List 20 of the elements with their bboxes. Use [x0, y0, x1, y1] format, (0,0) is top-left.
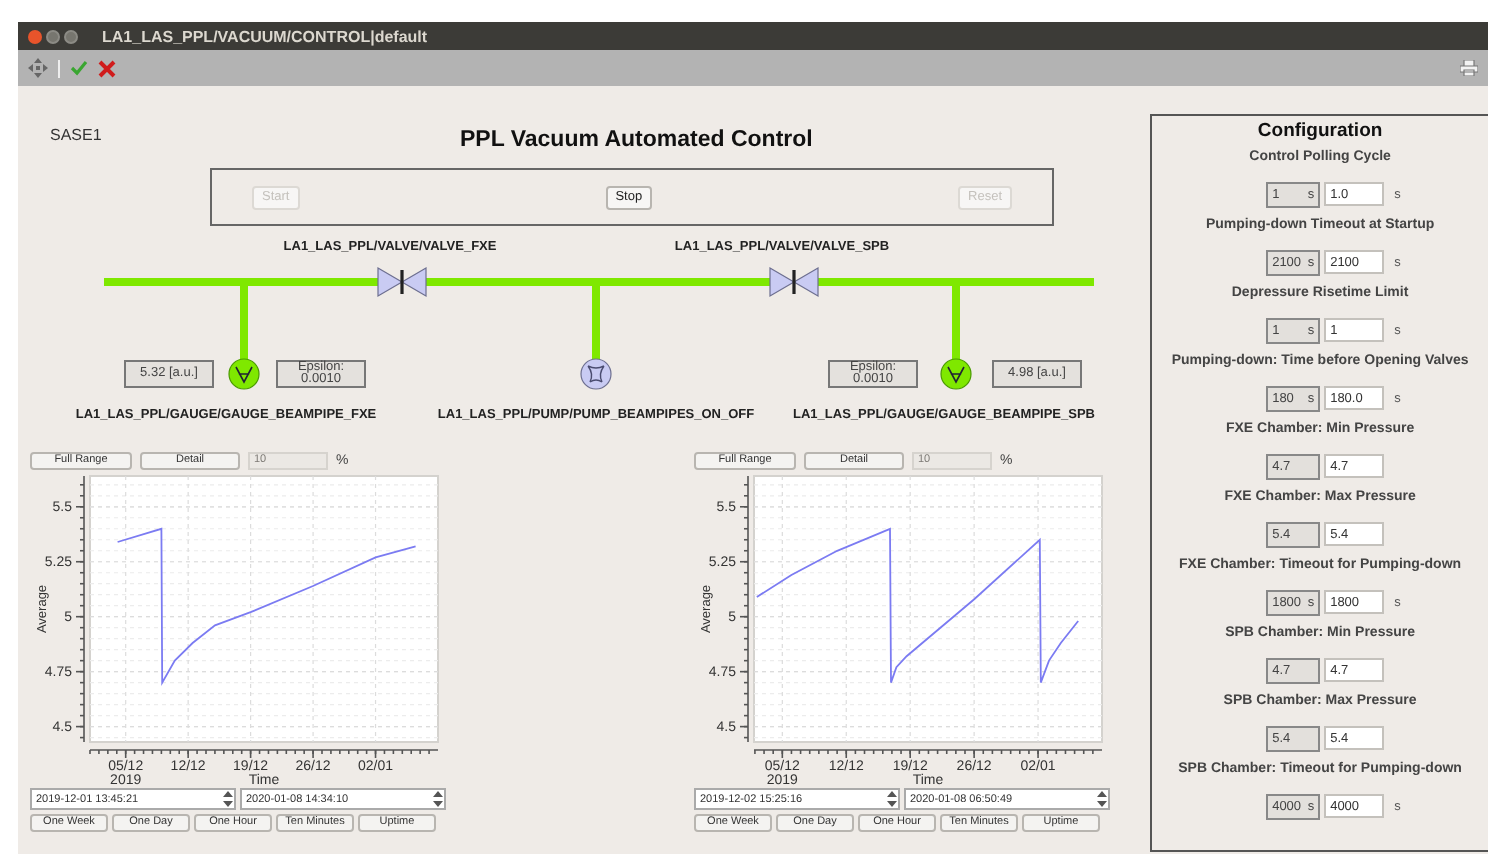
window-title: LA1_LAS_PPL/VACUUM/CONTROL|default	[102, 27, 428, 45]
valve-icon	[377, 266, 427, 298]
valve-icon	[769, 266, 819, 298]
page-title: PPL Vacuum Automated Control	[460, 126, 813, 156]
printer-icon[interactable]	[1460, 60, 1478, 76]
check-icon[interactable]	[70, 60, 88, 76]
facility-label: SASE1	[50, 124, 104, 148]
maximize-button[interactable]	[64, 29, 78, 43]
spin-arrows-icon	[886, 790, 898, 808]
spin-arrows-icon	[1096, 790, 1108, 808]
spin-arrows-icon	[222, 790, 234, 808]
close-button[interactable]	[28, 29, 42, 43]
pump-icon	[580, 358, 612, 390]
panel-title: Configuration	[1257, 120, 1383, 142]
move-icon[interactable]	[28, 58, 48, 78]
gauge-icon	[940, 358, 972, 390]
spin-arrows-icon	[432, 790, 444, 808]
gauge-icon	[228, 358, 260, 390]
close-icon[interactable]	[98, 59, 116, 77]
minimize-button[interactable]	[46, 29, 60, 43]
